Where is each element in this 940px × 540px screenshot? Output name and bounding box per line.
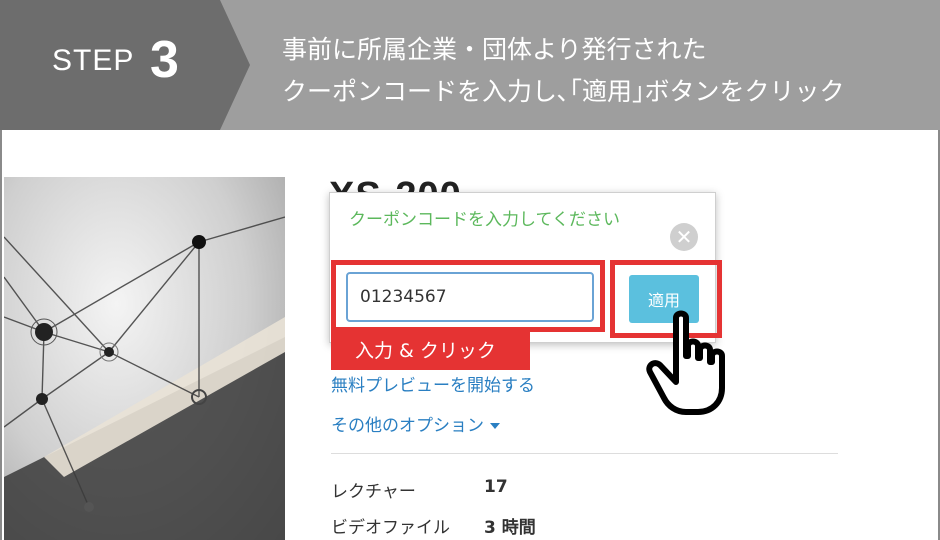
step-word: STEP — [52, 44, 135, 77]
caret-down-icon — [490, 423, 500, 429]
instruction-line-1: 事前に所属企業・団体より発行された — [282, 35, 707, 64]
meta-label-video: ビデオファイル — [331, 518, 450, 538]
step-arrow-shape — [220, 0, 250, 130]
meta-value-lectures: 17 — [484, 477, 508, 497]
input-highlight-box — [331, 260, 605, 332]
course-hero-image — [4, 177, 285, 540]
step-number: 3 — [150, 31, 179, 89]
step-banner: STEP 3 事前に所属企業・団体より発行された クーポンコードを入力し､｢適用… — [0, 0, 940, 130]
instruction-line-2: クーポンコードを入力し､｢適用｣ボタンをクリック — [282, 77, 845, 106]
course-page: XS-200 無料プレビューを開始する その他のオプション レクチャー 17 ビ… — [0, 130, 940, 540]
more-options-label: その他のオプション — [331, 416, 484, 436]
input-click-tag: 入力 & クリック — [331, 332, 530, 370]
pointing-hand-icon — [646, 310, 725, 415]
meta-label-lectures: レクチャー — [331, 482, 416, 502]
close-icon[interactable]: ✕ — [670, 223, 698, 251]
meta-value-video: 3 時間 — [484, 518, 536, 538]
more-options-link[interactable]: その他のオプション — [331, 411, 500, 436]
step-badge: STEP 3 — [0, 0, 220, 130]
free-preview-link[interactable]: 無料プレビューを開始する — [331, 371, 535, 396]
divider — [331, 453, 838, 454]
coupon-popup-title: クーポンコードを入力してください — [349, 210, 620, 230]
